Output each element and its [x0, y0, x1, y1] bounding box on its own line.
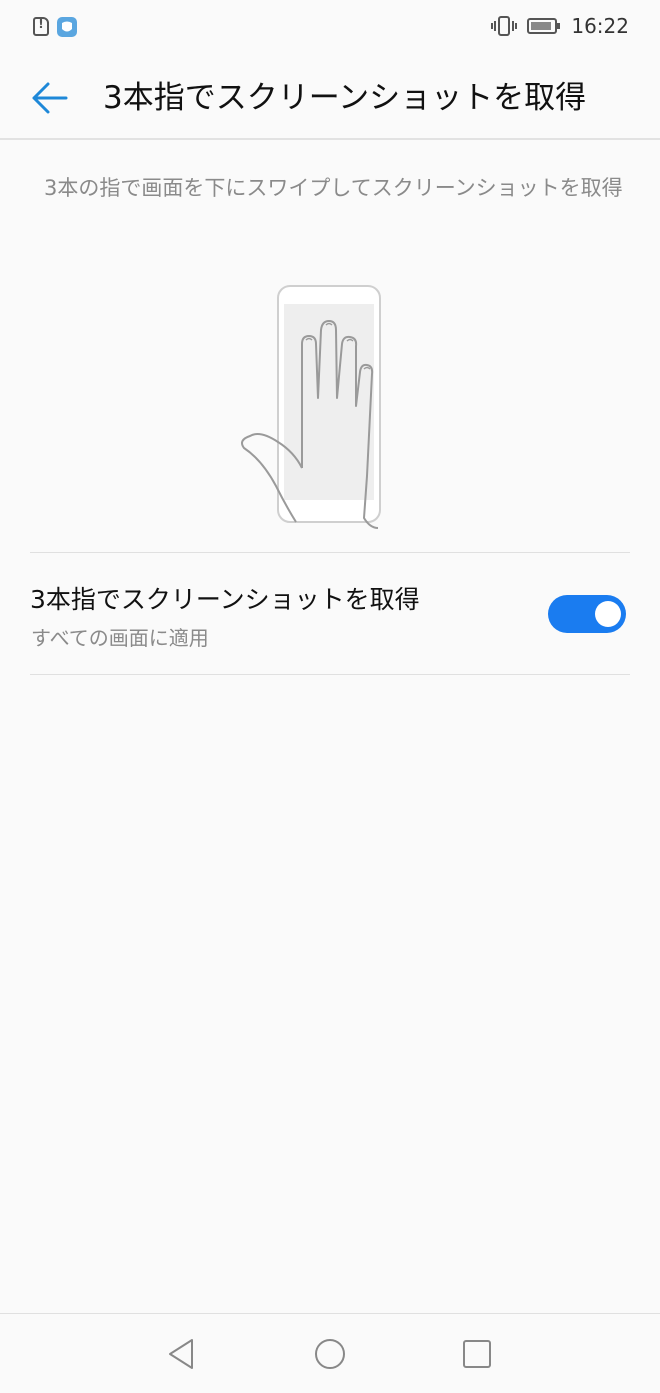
nav-home-icon[interactable]: [312, 1336, 348, 1372]
three-finger-swipe-illustration: [241, 285, 381, 529]
vibrate-icon: [491, 16, 518, 36]
description-text: 3本の指で画面を下にスワイプしてスクリーンショットを取得: [44, 176, 623, 200]
page-title: 3本指でスクリーンショットを取得: [103, 80, 587, 116]
sim-alert-icon: [33, 17, 49, 36]
status-bar-right: 16:22: [491, 14, 629, 38]
battery-charging-icon: [527, 18, 561, 34]
three-finger-screenshot-toggle[interactable]: [548, 595, 626, 633]
navigation-bar: [0, 1313, 660, 1393]
nav-recents-icon[interactable]: [459, 1336, 495, 1372]
arrow-back-icon: [32, 82, 68, 114]
setting-title: 3本指でスクリーンショットを取得: [30, 585, 420, 614]
phone-screen: [284, 304, 374, 500]
status-time: 16:22: [571, 14, 629, 38]
setting-subtitle: すべての画面に適用: [31, 626, 209, 650]
app-notification-icon: [57, 17, 77, 37]
setting-row-three-finger-screenshot[interactable]: 3本指でスクリーンショットを取得 すべての画面に適用: [0, 553, 660, 673]
status-bar-left: [33, 17, 77, 37]
status-bar: 16:22: [0, 0, 660, 56]
toggle-knob: [595, 601, 621, 627]
nav-back-icon[interactable]: [164, 1336, 200, 1372]
app-bar: 3本指でスクリーンショットを取得: [0, 56, 660, 140]
divider-bottom: [30, 674, 630, 675]
back-button[interactable]: [26, 76, 74, 120]
